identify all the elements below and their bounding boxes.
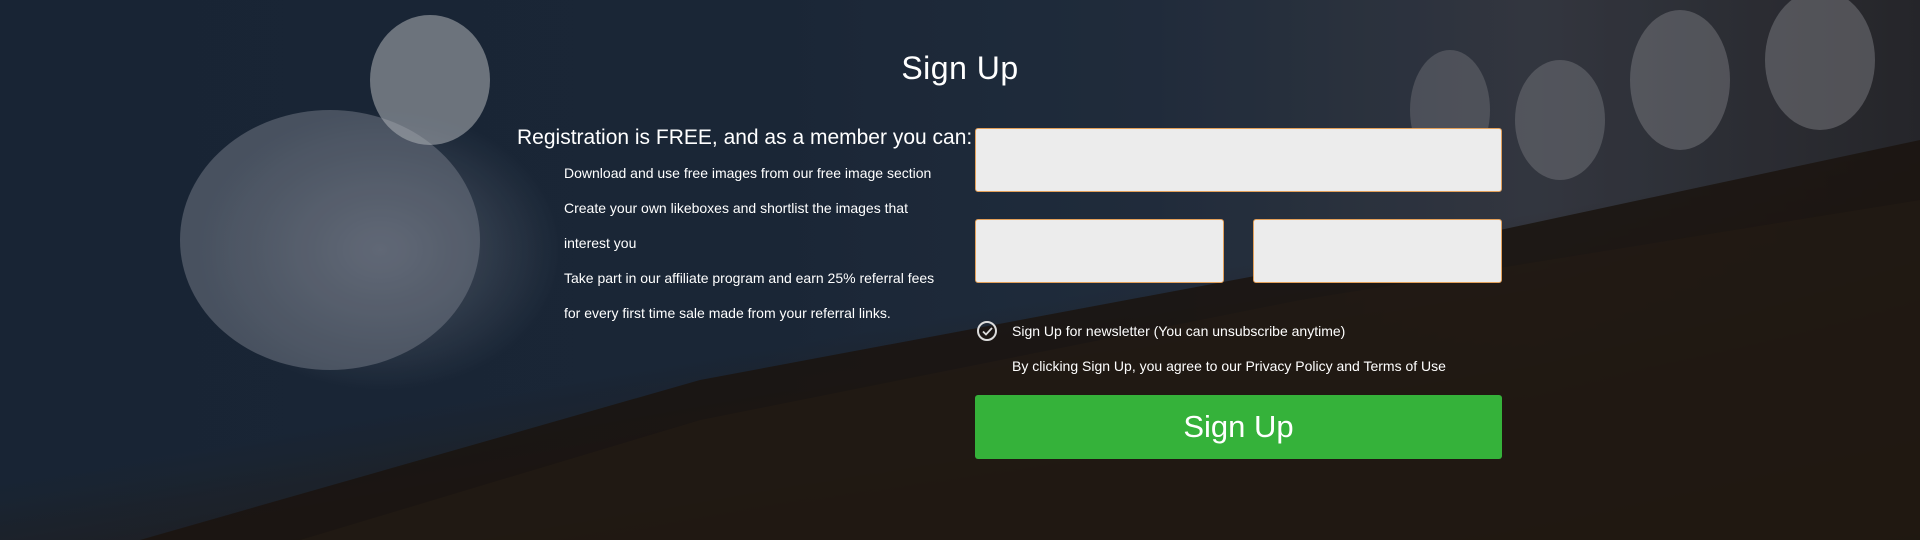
page-title: Sign Up: [901, 50, 1019, 86]
newsletter-option[interactable]: Sign Up for newsletter (You can unsubscr…: [975, 321, 1502, 341]
benefit-item-free-images: Download and use free images from our fr…: [564, 165, 932, 181]
check-circle-icon[interactable]: [977, 321, 997, 341]
sign-up-button[interactable]: Sign Up: [975, 395, 1502, 459]
name-fields-row: [975, 219, 1502, 283]
benefit-item-affiliate: Take part in our affiliate program and e…: [564, 270, 935, 321]
terms-notice: By clicking Sign Up, you agree to our Pr…: [1012, 358, 1446, 374]
benefits-heading: Registration is FREE, and as a member yo…: [517, 126, 973, 149]
signup-form: Sign Up for newsletter (You can unsubscr…: [975, 128, 1502, 459]
last-name-field[interactable]: [1253, 219, 1502, 283]
newsletter-label: Sign Up for newsletter (You can unsubscr…: [1012, 323, 1346, 339]
benefits-panel: Registration is FREE, and as a member yo…: [517, 126, 973, 331]
benefits-list: Download and use free images from our fr…: [517, 156, 947, 331]
benefit-item-likeboxes: Create your own likeboxes and shortlist …: [564, 200, 908, 251]
email-field[interactable]: [975, 128, 1502, 192]
first-name-field[interactable]: [975, 219, 1224, 283]
